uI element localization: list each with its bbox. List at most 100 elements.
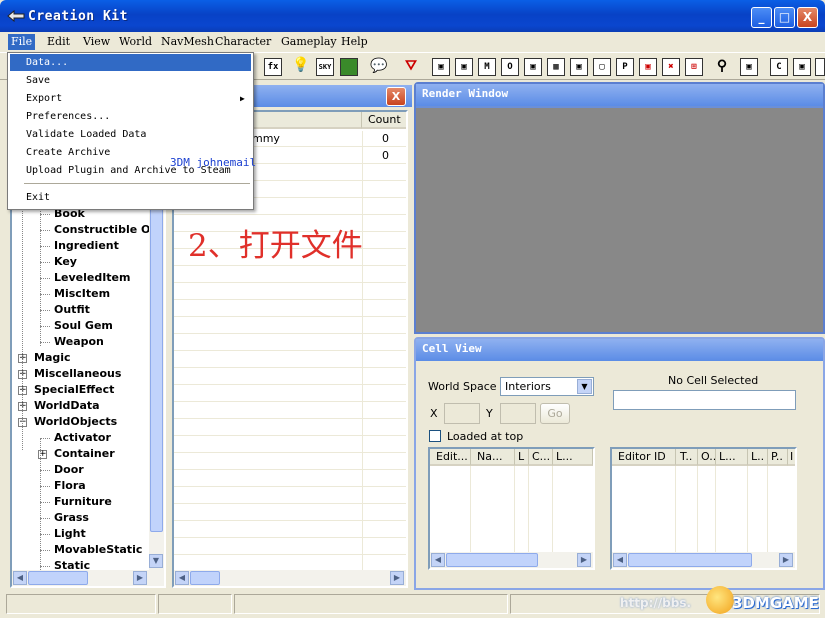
col-header[interactable]: P.. [768,449,788,466]
menu-view[interactable]: View [80,34,113,50]
col-header[interactable]: T.. [676,449,698,466]
cross-icon[interactable]: ✖ [662,58,680,76]
grid-icon[interactable]: ▦ [547,58,565,76]
sky-icon[interactable]: SKY [316,58,334,76]
menu-item-export[interactable]: Export ▶ [10,90,251,107]
chevron-down-icon[interactable]: ▼ [577,379,592,394]
cell-list-hscroll-thumb[interactable] [446,553,538,567]
square-icon[interactable]: ▢ [593,58,611,76]
col-header[interactable]: Na... [471,449,515,466]
tree-connector [40,486,50,487]
y-field[interactable] [500,403,536,424]
col-header[interactable]: I [788,449,795,466]
menu-item-validate[interactable]: Validate Loaded Data [10,126,251,143]
tree-item-label: Constructible Ob [54,223,159,236]
list-header-count[interactable]: Count [362,112,406,129]
render-viewport[interactable] [416,108,823,332]
cube-icon[interactable]: ▣ [432,58,450,76]
col-header[interactable]: L... [716,449,748,466]
cube-icon[interactable]: ▣ [740,58,758,76]
grass-icon[interactable] [340,58,358,76]
tree-connector [40,310,50,311]
menu-edit[interactable]: Edit [44,34,73,50]
menu-help[interactable]: Help [338,34,371,50]
loaded-at-top-checkbox[interactable] [429,430,441,442]
col-header[interactable]: L... [553,449,593,466]
cube-icon[interactable]: ▣ [524,58,542,76]
column-divider [470,466,471,552]
menu-item-save[interactable]: Save [10,72,251,89]
lightbulb-icon[interactable]: 💡 [292,57,310,75]
list-row [174,385,406,402]
object-ref-list[interactable]: Editor ID T.. O.. L... L.. P.. I ◀ ▶ [610,447,797,570]
x-label: X [430,407,438,420]
maximize-button[interactable]: □ [774,7,795,28]
tree-connector [40,550,50,551]
marker-icon[interactable]: ▣ [639,58,657,76]
col-header[interactable]: L.. [748,449,768,466]
navmesh-icon[interactable]: ⛛ [402,58,420,76]
column-divider [675,466,676,552]
list-hscroll-thumb[interactable] [190,571,220,585]
cube-icon[interactable]: ▣ [793,58,811,76]
scroll-right-icon[interactable]: ▶ [390,571,404,585]
menu-character[interactable]: Character [212,34,274,50]
cell-name-field[interactable] [613,390,796,410]
speech-bubble-icon[interactable]: 💬 [370,58,388,76]
world-space-select[interactable]: Interiors ▼ [500,377,594,396]
scroll-down-icon[interactable]: ▼ [149,554,163,568]
menu-file[interactable]: File [8,34,36,50]
cell-list[interactable]: Edit... Na... L C... L... ◀ ▶ [428,447,595,570]
scroll-left-icon[interactable]: ◀ [175,571,189,585]
tree-connector [40,502,50,503]
col-header[interactable]: L [515,449,529,466]
close-button[interactable]: X [797,7,818,28]
scroll-right-icon[interactable]: ▶ [133,571,147,585]
go-button[interactable]: Go [540,403,570,424]
cube-icon[interactable]: ▣ [455,58,473,76]
m-icon[interactable]: M [478,58,496,76]
tree-item-label: Door [54,463,84,476]
scroll-left-icon[interactable]: ◀ [431,553,445,567]
compass-icon[interactable]: ⚲ [713,58,731,76]
tree-hscrollbar[interactable]: ◀ ▶ [12,570,164,586]
menu-item-exit[interactable]: Exit [10,189,251,206]
menu-navmesh[interactable]: NavMesh [158,34,217,50]
cell-list-hscrollbar[interactable]: ◀ ▶ [430,552,593,568]
col-header[interactable]: Edit... [430,449,471,466]
col-header[interactable]: C... [529,449,553,466]
tree-hscroll-thumb[interactable] [28,571,88,585]
list-row [174,300,406,317]
list-row [174,368,406,385]
scroll-right-icon[interactable]: ▶ [577,553,591,567]
ref-list-hscroll-thumb[interactable] [628,553,752,567]
column-divider [747,466,748,552]
title-bar[interactable]: Creation Kit _ □ X [0,0,825,32]
col-header[interactable]: Editor ID [612,449,676,466]
tree-connector [40,534,50,535]
object-window-close-button[interactable]: X [386,87,406,106]
scroll-left-icon[interactable]: ◀ [13,571,27,585]
x-field[interactable] [444,403,480,424]
tree-item-label: MovableStatic [54,543,143,556]
scroll-left-icon[interactable]: ◀ [613,553,627,567]
tree-item-label: Outfit [54,303,90,316]
menu-item-data[interactable]: Data... [10,54,251,71]
fx-icon[interactable]: fx [264,58,282,76]
menu-item-preferences[interactable]: Preferences... [10,108,251,125]
col-header[interactable]: O.. [698,449,716,466]
o-icon[interactable]: O [501,58,519,76]
menu-gameplay[interactable]: Gameplay [278,34,340,50]
cube-icon[interactable] [815,58,825,76]
nodes-icon[interactable]: ⊞ [685,58,703,76]
cube-icon[interactable]: ▣ [570,58,588,76]
menu-world[interactable]: World [116,34,155,50]
p-icon[interactable]: P [616,58,634,76]
c-icon[interactable]: C [770,58,788,76]
tree-item-label: Ingredient [54,239,119,252]
minimize-button[interactable]: _ [751,7,772,28]
scroll-right-icon[interactable]: ▶ [779,553,793,567]
ref-list-hscrollbar[interactable]: ◀ ▶ [612,552,795,568]
list-row [174,538,406,555]
list-hscrollbar[interactable]: ◀ ▶ [174,570,406,586]
